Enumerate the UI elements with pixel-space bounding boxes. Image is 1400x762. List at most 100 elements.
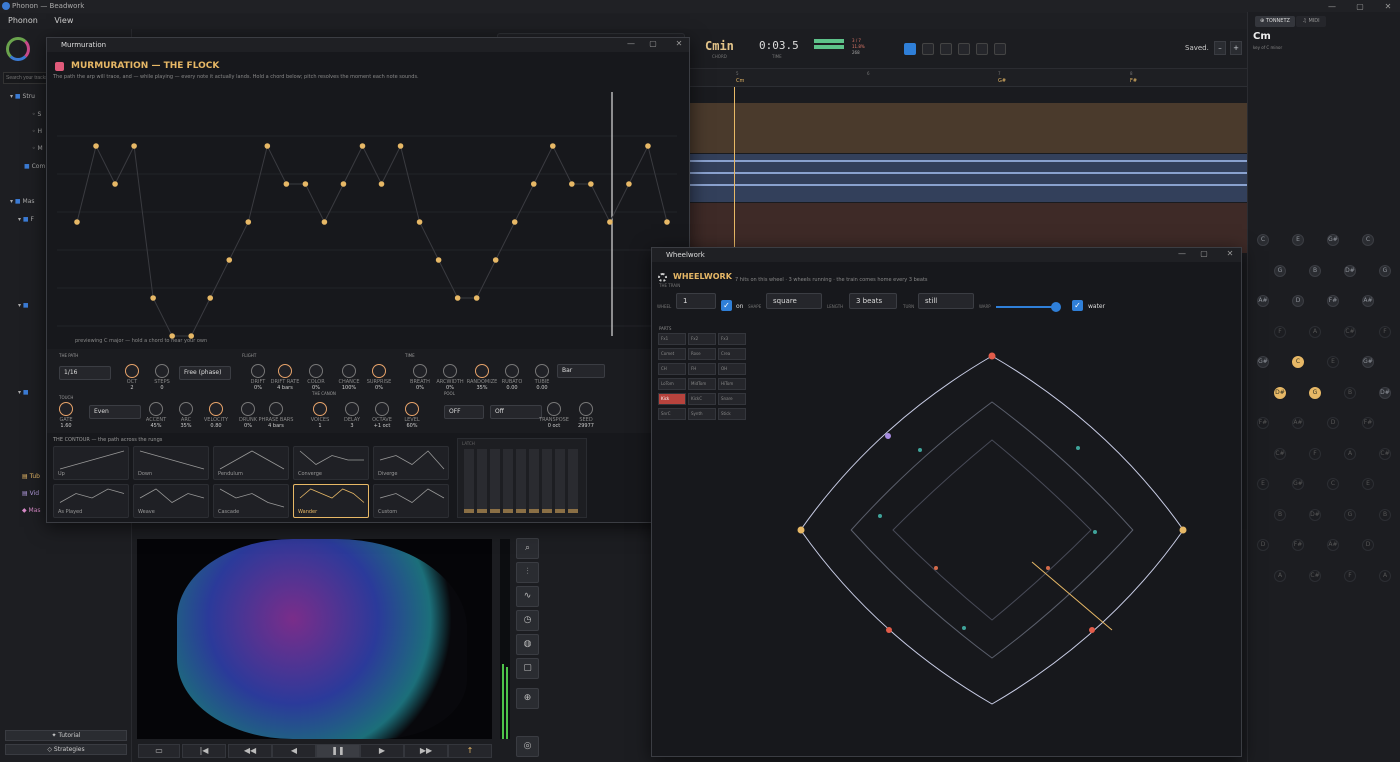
mixer-icon[interactable]: ⫶ [516,562,539,583]
warp-slider-handle[interactable] [1051,302,1061,312]
wheel-hit[interactable] [878,514,882,518]
tonnetz-node[interactable]: G [1309,386,1321,399]
tonnetz-node[interactable]: C# [1344,325,1356,338]
knob[interactable] [505,364,519,378]
knob[interactable] [125,364,139,378]
contour-shape[interactable]: Weave [133,484,209,518]
contour-shape[interactable]: Cascade [213,484,289,518]
tree-item-com[interactable]: ■ Com [24,160,45,174]
part-cell[interactable]: Synth [688,408,716,420]
tree-item-s[interactable]: ◦ S [32,108,41,122]
part-cell[interactable]: CH [658,363,686,375]
tonnetz-node[interactable]: B [1309,264,1321,277]
part-cell[interactable]: Fx2 [688,333,716,345]
tonnetz-node[interactable]: D [1257,539,1269,551]
murmuration-minimize-icon[interactable]: — [621,39,641,48]
tonnetz-node[interactable]: F# [1327,295,1339,307]
tree-item-h[interactable]: ◦ H [32,125,42,139]
contour-shape[interactable]: Diverge [373,446,449,480]
part-cell[interactable]: Snare [718,393,746,405]
strategies-button[interactable]: ◇ Strategies [5,744,127,755]
tonnetz-node[interactable]: G [1344,508,1356,521]
split-tool-icon[interactable] [922,43,934,55]
murmuration-titlebar[interactable]: Murmuration [47,38,689,52]
tonnetz-node[interactable]: G# [1327,234,1339,246]
tonnetz-node[interactable]: D# [1274,386,1286,399]
rate-select[interactable]: 1/16 [59,366,111,380]
murmuration-close-icon[interactable]: ✕ [669,39,689,48]
tonnetz-node[interactable]: C# [1274,447,1286,460]
tonnetz-node[interactable]: B [1379,508,1391,521]
knob[interactable] [375,402,389,416]
contour-shape[interactable]: Converge [293,446,369,480]
tonnetz-node[interactable]: D# [1344,264,1356,277]
tonnetz-node[interactable]: A [1344,447,1356,460]
tonnetz-node[interactable]: E [1327,356,1339,368]
chord-marker-cm[interactable]: Cm [736,78,744,84]
knob[interactable] [241,402,255,416]
knob[interactable] [535,364,549,378]
wheel-hit[interactable] [1046,566,1050,570]
tonnetz-node[interactable]: D# [1309,508,1321,521]
tree-item-group2[interactable]: ▾ ■ [18,386,29,400]
knob[interactable] [475,364,489,378]
flock-path-graph[interactable] [47,86,691,348]
part-cell[interactable]: MidTom [688,378,716,390]
wheelwork-maximize-icon[interactable]: ▢ [1194,249,1214,258]
part-cell[interactable]: KickC [688,393,716,405]
tonnetz-node[interactable]: G [1274,264,1286,277]
zoom-in-button[interactable]: + [1230,41,1242,55]
wheel-hit[interactable] [885,433,891,439]
tonnetz-node[interactable]: D# [1379,386,1391,399]
part-cell[interactable]: SnrC [658,408,686,420]
part-cell[interactable]: HiTom [718,378,746,390]
part-cell[interactable]: LoTom [658,378,686,390]
tree-item-m[interactable]: ◦ M [32,142,43,156]
tonnetz-node[interactable]: E [1362,478,1374,490]
part-cell[interactable]: Stick [718,408,746,420]
tonnetz-node[interactable]: A# [1292,417,1304,429]
wheel-hit[interactable] [988,352,996,360]
transport-fastforward-button[interactable]: ▶▶ [404,744,448,758]
knob[interactable] [345,402,359,416]
tonnetz-node[interactable]: C [1362,234,1374,246]
tonnetz-node[interactable]: C# [1379,447,1391,460]
wheel-hit[interactable] [1076,446,1080,450]
shape-select[interactable]: square [766,293,822,309]
tab-midi[interactable]: ♫ MIDI [1296,16,1326,27]
length-select[interactable]: 3 beats [849,293,897,309]
tonnetz-node[interactable]: G# [1292,478,1304,490]
transport-screen-button[interactable]: ▭ [138,744,180,758]
tonnetz-node[interactable]: C# [1309,569,1321,582]
part-cell[interactable]: Fx3 [718,333,746,345]
waveform-icon[interactable]: ∿ [516,586,539,607]
wheel-hit[interactable] [886,627,892,633]
tonnetz-node[interactable]: F [1309,447,1321,460]
track-clip-blue[interactable] [690,154,1247,202]
part-cell[interactable]: OH [718,363,746,375]
tonnetz-node[interactable]: C [1257,234,1269,246]
transport-rewind-button[interactable]: ◀◀ [228,744,272,758]
knob[interactable] [372,364,386,378]
knob[interactable] [149,402,163,416]
knob[interactable] [547,402,561,416]
knob[interactable] [59,402,73,416]
tonnetz-node[interactable]: A# [1362,295,1374,307]
knob[interactable] [579,402,593,416]
tree-item-mas2[interactable]: ◆ Mas [22,504,41,518]
tree-item-f[interactable]: ▾ ■ F [18,213,34,227]
swing-select[interactable]: Even [89,405,141,419]
part-cell[interactable]: Rose [688,348,716,360]
transport-start-button[interactable]: |◀ [182,744,226,758]
tonnetz-node[interactable]: D [1362,539,1374,551]
knob[interactable] [342,364,356,378]
wheel-on-checkbox[interactable]: ✓ [721,300,732,311]
transport-forward-button[interactable]: ▶ [360,744,404,758]
tonnetz-node[interactable]: A# [1257,295,1269,307]
tonnetz-node[interactable]: A [1379,569,1391,582]
wheel-hit[interactable] [934,566,938,570]
warp-slider[interactable] [996,306,1058,308]
record-icon[interactable]: ◎ [516,736,539,757]
tonnetz-node[interactable]: G# [1257,356,1269,368]
transport-export-button[interactable]: ↑ [448,744,492,758]
